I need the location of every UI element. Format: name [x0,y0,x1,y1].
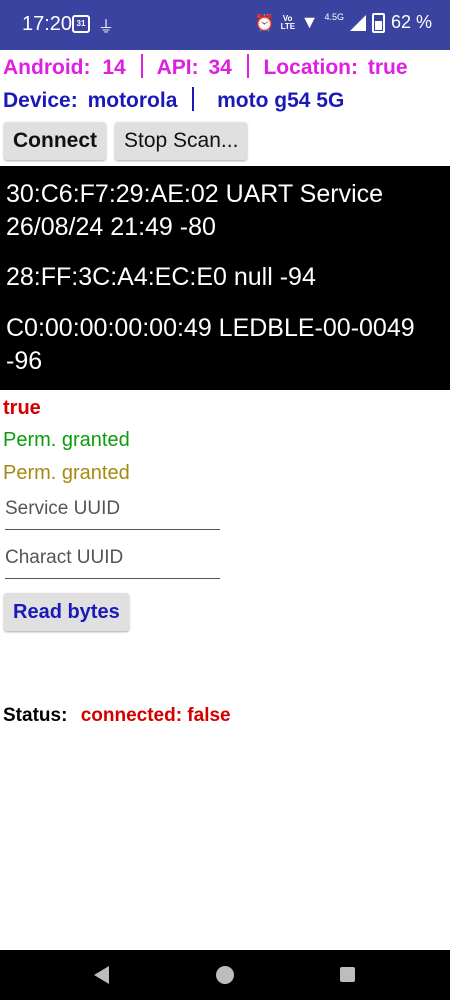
divider [192,87,195,111]
clock: 17:20 [22,13,73,35]
usb-debug-icon: ⏚ [98,19,115,36]
read-bytes-button[interactable]: Read bytes [4,593,129,631]
android-label: Android: [3,56,91,79]
battery-icon [371,12,385,33]
status-icons: ⏰ Vo LTE ▼ 4.5G 62 % [255,12,432,33]
permission-status-2: Perm. granted [3,462,130,484]
device-model: moto g54 5G [217,89,345,112]
list-item[interactable]: 30:C6:F7:29:AE:02 UART Service 26/08/24 … [6,178,446,244]
status-row: Status: connected: false [3,705,231,727]
connection-status: connected: false [80,705,231,726]
home-icon[interactable] [216,966,234,984]
divider [140,54,143,78]
location-label: Location: [263,56,358,79]
service-uuid-input[interactable] [5,489,220,530]
navigation-bar [0,950,450,1000]
status-bar: 17:20 31 ⏚ ⏰ Vo LTE ▼ 4.5G 62 % [0,0,450,50]
location-value: true [367,56,408,79]
list-item[interactable]: C0:00:00:00:00:49 LEDBLE-00-0049 -96 [6,312,446,378]
divider [246,54,249,78]
stop-scan-button[interactable]: Stop Scan... [115,122,248,160]
volte-icon: Vo LTE [280,13,296,31]
device-list[interactable]: 30:C6:F7:29:AE:02 UART Service 26/08/24 … [0,166,450,390]
network-type: 4.5G [324,11,344,22]
api-value: 34 [208,56,232,79]
connect-button[interactable]: Connect [4,122,106,160]
charact-uuid-input[interactable] [5,538,220,579]
system-info-row: Android: 14 API: 34 Location: true [3,54,408,80]
battery-percent: 62 % [390,12,432,32]
calendar-icon: 31 [72,15,90,33]
recents-icon[interactable] [340,967,355,982]
bluetooth-enabled-text: true [3,397,41,419]
permission-status-1: Perm. granted [3,429,130,451]
alarm-icon: ⏰ [254,14,275,32]
list-item[interactable]: 28:FF:3C:A4:EC:E0 null -94 [6,261,446,294]
android-version: 14 [102,56,126,79]
wifi-icon: ▼ [300,12,319,32]
device-manufacturer: motorola [87,89,178,112]
device-info-row: Device: motorola moto g54 5G [3,87,344,113]
device-label: Device: [3,89,78,112]
signal-icon [349,14,366,31]
api-label: API: [156,56,199,79]
back-icon[interactable] [94,966,109,984]
status-label: Status: [3,705,68,726]
